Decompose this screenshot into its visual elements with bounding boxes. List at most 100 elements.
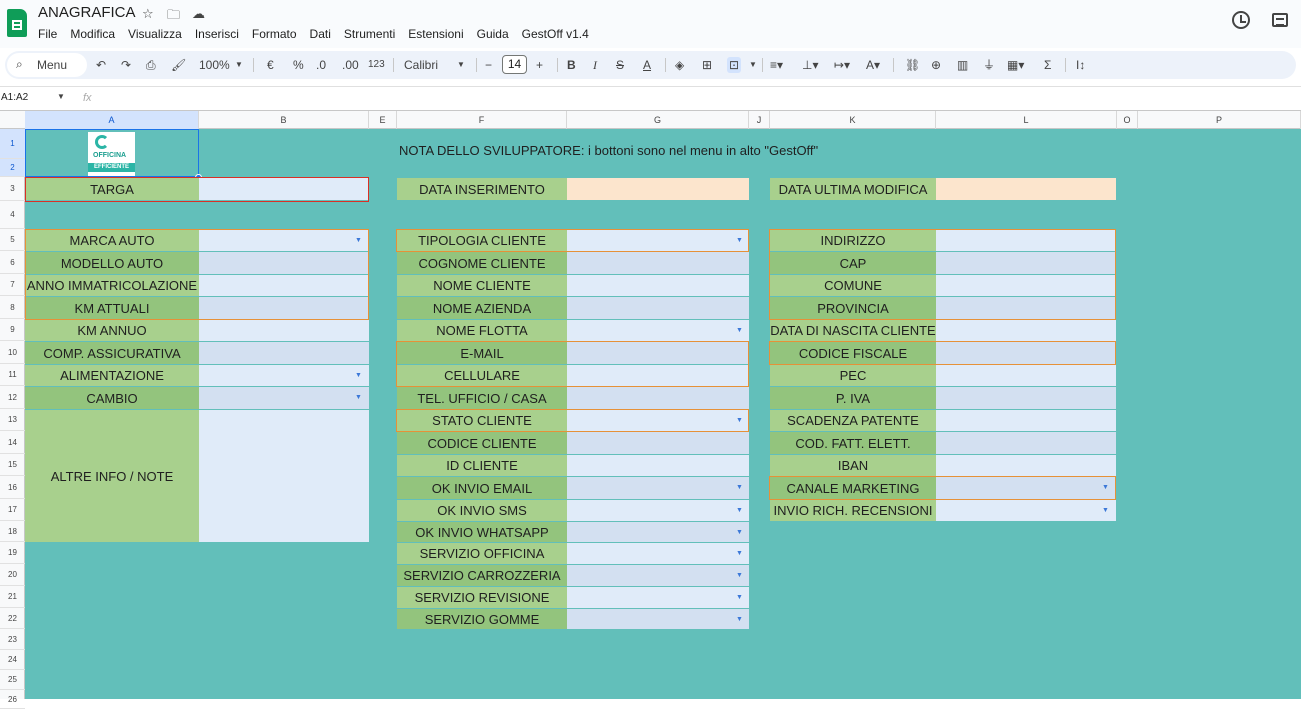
vehicle-field-value[interactable] (199, 320, 369, 341)
client-field-value[interactable] (567, 565, 749, 586)
menu-visualizza[interactable]: Visualizza (128, 27, 182, 41)
decrease-decimal-button[interactable]: .0 (316, 57, 326, 73)
menu-inserisci[interactable]: Inserisci (195, 27, 239, 41)
address-field-value[interactable] (936, 230, 1116, 251)
currency-button[interactable]: € (267, 57, 274, 73)
row-header[interactable]: 15 (0, 454, 25, 476)
row-header[interactable]: 26 (0, 690, 25, 709)
fill-color-icon[interactable]: ◈ (675, 57, 684, 73)
insert-link-icon[interactable]: ⛓ (905, 57, 920, 73)
client-field-value[interactable] (567, 543, 749, 564)
decrease-font-button[interactable]: − (485, 57, 492, 73)
row-header[interactable]: 18 (0, 521, 25, 542)
row-header[interactable]: 16 (0, 476, 25, 499)
move-folder-icon[interactable]: 🗀 (167, 6, 180, 28)
text-rotation-icon[interactable]: A▾ (866, 57, 880, 73)
client-field-value[interactable] (567, 297, 749, 319)
client-field-value[interactable] (567, 410, 749, 431)
increase-decimal-button[interactable]: .00 (342, 57, 359, 73)
row-header[interactable]: 19 (0, 542, 25, 564)
dropdown-arrow-icon[interactable]: ▼ (736, 594, 743, 601)
client-field-value[interactable] (567, 500, 749, 521)
dropdown-arrow-icon[interactable]: ▼ (1102, 484, 1109, 491)
dropdown-arrow-icon[interactable]: ▼ (736, 237, 743, 244)
dropdown-arrow-icon[interactable]: ▼ (736, 572, 743, 579)
dropdown-arrow-icon[interactable]: ▼ (1102, 507, 1109, 514)
row-header[interactable]: 23 (0, 629, 25, 650)
client-field-value[interactable] (567, 522, 749, 542)
row-header[interactable]: 20 (0, 564, 25, 586)
text-wrap-icon[interactable]: ↦▾ (834, 57, 850, 73)
italic-button[interactable]: I (593, 57, 597, 73)
undo-icon[interactable]: ↶ (96, 57, 106, 73)
address-field-value[interactable] (936, 387, 1116, 409)
client-field-value[interactable] (567, 609, 749, 629)
redo-icon[interactable]: ↷ (121, 57, 131, 73)
dropdown-arrow-icon[interactable]: ▼ (355, 394, 362, 401)
percent-button[interactable]: % (293, 57, 304, 73)
client-field-value[interactable] (567, 252, 749, 274)
borders-icon[interactable]: ⊞ (702, 57, 712, 73)
dropdown-arrow-icon[interactable]: ▼ (355, 372, 362, 379)
sheets-logo-icon[interactable] (7, 9, 27, 37)
menu-search[interactable]: ⌕ Menu (7, 53, 87, 77)
column-header[interactable]: K (770, 111, 936, 129)
address-field-value[interactable] (936, 320, 1116, 341)
column-header[interactable]: E (369, 111, 397, 129)
vehicle-field-value[interactable] (199, 387, 369, 409)
address-field-value[interactable] (936, 252, 1116, 274)
row-header[interactable]: 10 (0, 341, 25, 364)
column-header[interactable]: L (936, 111, 1117, 129)
cloud-status-icon[interactable]: ☁ (192, 6, 205, 22)
row-header[interactable]: 2 (0, 159, 25, 177)
zoom-select[interactable]: 100% (199, 57, 230, 73)
vehicle-field-value[interactable] (199, 342, 369, 364)
address-field-value[interactable] (936, 275, 1116, 296)
vehicle-field-value[interactable] (199, 297, 369, 319)
text-color-icon[interactable]: A (643, 57, 651, 73)
vehicle-field-value[interactable] (199, 365, 369, 386)
merge-cells-icon[interactable]: ⊡ (727, 57, 742, 73)
address-field-value[interactable] (936, 455, 1116, 476)
comments-icon[interactable] (1272, 13, 1288, 27)
row-header[interactable]: 1 (0, 129, 25, 159)
bold-button[interactable]: B (567, 57, 576, 73)
document-title[interactable]: ANAGRAFICA (38, 4, 136, 21)
row-header[interactable]: 12 (0, 386, 25, 409)
dropdown-arrow-icon[interactable]: ▼ (736, 529, 743, 536)
dropdown-arrow-icon[interactable]: ▼ (736, 550, 743, 557)
address-field-value[interactable] (936, 477, 1116, 499)
menu-dati[interactable]: Dati (310, 27, 331, 41)
column-header[interactable]: B (199, 111, 369, 129)
row-header[interactable]: 5 (0, 229, 25, 251)
sheet-grid[interactable]: OFFICINA EFFICIENTE NOTA DELLO SVILUPPAT… (25, 129, 1301, 699)
menu-modifica[interactable]: Modifica (70, 27, 115, 41)
menu-guida[interactable]: Guida (477, 27, 509, 41)
row-header[interactable]: 7 (0, 274, 25, 296)
address-field-value[interactable] (936, 342, 1116, 364)
client-field-value[interactable] (567, 587, 749, 608)
data-inserimento-value[interactable] (567, 178, 749, 200)
dropdown-arrow-icon[interactable]: ▼ (736, 507, 743, 514)
version-history-icon[interactable] (1232, 11, 1250, 29)
client-field-value[interactable] (567, 365, 749, 386)
client-field-value[interactable] (567, 275, 749, 296)
client-field-value[interactable] (567, 477, 749, 499)
client-field-value[interactable] (567, 320, 749, 341)
menu-estensioni[interactable]: Estensioni (408, 27, 463, 41)
row-header[interactable]: 13 (0, 409, 25, 431)
input-tools-icon[interactable]: I↕ (1076, 57, 1085, 73)
dropdown-arrow-icon[interactable]: ▼ (736, 484, 743, 491)
star-icon[interactable]: ☆ (142, 6, 154, 22)
row-header[interactable]: 14 (0, 431, 25, 454)
targa-value[interactable] (199, 178, 369, 200)
column-header[interactable]: P (1138, 111, 1301, 129)
row-header[interactable]: 3 (0, 177, 25, 201)
row-header[interactable]: 21 (0, 586, 25, 608)
increase-font-button[interactable]: + (536, 57, 543, 73)
data-ultima-modifica-value[interactable] (936, 178, 1116, 200)
column-header[interactable]: G (567, 111, 749, 129)
dropdown-arrow-icon[interactable]: ▼ (736, 616, 743, 623)
client-field-value[interactable] (567, 455, 749, 476)
row-header[interactable]: 25 (0, 670, 25, 690)
